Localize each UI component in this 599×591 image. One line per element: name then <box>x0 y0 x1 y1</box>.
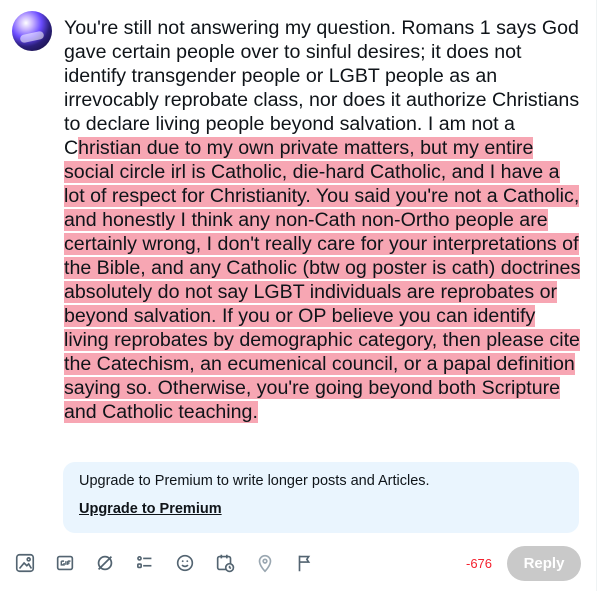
grok-icon[interactable] <box>94 552 116 574</box>
upgrade-to-premium-link[interactable]: Upgrade to Premium <box>79 501 222 517</box>
avatar[interactable] <box>12 11 52 51</box>
premium-upsell-box: Upgrade to Premium to write longer posts… <box>63 462 579 533</box>
composer-text-over-limit: hristian due to my own private matters, … <box>64 137 581 423</box>
divider <box>596 0 597 591</box>
character-counter: -676 <box>466 556 493 571</box>
flag-icon[interactable] <box>294 552 316 574</box>
reply-button[interactable]: Reply <box>507 546 581 581</box>
schedule-icon[interactable] <box>214 552 236 574</box>
poll-icon[interactable] <box>134 552 156 574</box>
gif-icon[interactable] <box>54 552 76 574</box>
premium-upsell-message: Upgrade to Premium to write longer posts… <box>79 473 430 489</box>
emoji-icon[interactable] <box>174 552 196 574</box>
post-composer[interactable]: You're still not answering my question. … <box>64 16 584 424</box>
media-icon[interactable] <box>14 552 36 574</box>
location-icon[interactable] <box>254 552 276 574</box>
